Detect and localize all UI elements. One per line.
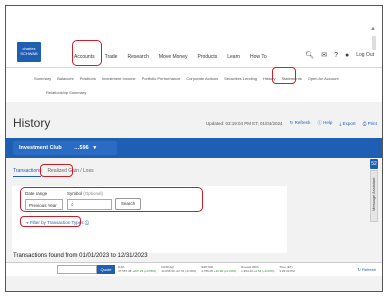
export-button[interactable]: ⤓ Export xyxy=(339,121,355,126)
logout-link[interactable]: Log Out xyxy=(356,52,374,58)
account-selector[interactable]: Investment Club …596 ▾ xyxy=(13,141,117,155)
quote-input[interactable] xyxy=(57,265,97,274)
market-tickers: DJIA 37,557.48 +207.29 (+0.56%) NASDAQ 1… xyxy=(118,265,295,273)
ticker-item: NASDAQ 14,658.49 -22.79 (-0.16%) xyxy=(161,265,196,273)
nav-research[interactable]: Research xyxy=(127,54,148,60)
subnav-portfolio-performance[interactable]: Portfolio Performance xyxy=(142,76,181,81)
account-bar: Investment Club …596 ▾ xyxy=(6,138,382,158)
quote-bar: Quote DJIA 37,557.48 +207.29 (+0.56%) NA… xyxy=(6,262,382,276)
filter-panel: Date range Symbol (Optional) Previous Ye… xyxy=(12,186,287,253)
ticker-value: 1,994.43 xyxy=(241,269,253,273)
ticker-change: -22.79 (-0.16%) xyxy=(175,269,197,273)
subnav-open-account[interactable]: Open An Account xyxy=(308,76,339,81)
filters-highlight-box xyxy=(20,187,203,212)
history-actions: Updated: 03:19:04 PM ET, 01/04/2024 ↻ Re… xyxy=(206,120,377,126)
subnav-balances[interactable]: Balances xyxy=(57,76,73,81)
main-nav: Accounts Trade Research Move Money Produ… xyxy=(74,54,267,60)
inbox-icon[interactable]: ✉ xyxy=(321,51,327,59)
quote-refresh-label: Refresh xyxy=(361,267,376,272)
schwab-logo[interactable]: charles SCHWAB xyxy=(17,42,41,62)
ticker-item: Russell 2000 1,994.43 +0.52 (+0.03%) xyxy=(241,265,274,273)
updated-timestamp: Updated: 03:19:04 PM ET, 01/04/2024 xyxy=(206,120,283,126)
quote-button[interactable]: Quote xyxy=(97,265,115,274)
subnav-corporate-actions[interactable]: Corporate Actions xyxy=(186,76,218,81)
subnav-summary[interactable]: Summary xyxy=(34,76,51,81)
top-utility-icons: 🔍︎ ✉ ? ● Log Out xyxy=(305,51,374,60)
search-icon[interactable]: 🔍︎ xyxy=(305,51,314,59)
subnav-relationship-summary[interactable]: Relationship Summary xyxy=(46,90,86,95)
tab-transactions[interactable]: Transactions xyxy=(13,168,42,177)
refresh-label: Refresh xyxy=(294,120,311,125)
info-icon: ⓘ xyxy=(84,220,89,225)
ticker-change: +0.52 (+0.03%) xyxy=(253,269,275,273)
scrollbar-thumb[interactable] xyxy=(372,36,376,50)
ticker-item: S&P 500 4,756.05 +10.99 (+0.23%) xyxy=(201,265,236,273)
nav-learn[interactable]: Learn xyxy=(227,54,240,60)
nav-how-to[interactable]: How To xyxy=(250,54,267,60)
refresh-icon: ↻ xyxy=(289,120,294,125)
scroll-up-arrow[interactable]: ▲ xyxy=(370,26,376,32)
ticker-change: +207.29 (+0.56%) xyxy=(132,269,157,273)
nav-move-money[interactable]: Move Money xyxy=(159,54,188,60)
ticker-value: 37,557.48 xyxy=(118,269,132,273)
subnav-investment-income[interactable]: Investment Income xyxy=(102,76,136,81)
transactions-highlight-box xyxy=(40,164,73,177)
quote-refresh-button[interactable]: ↻ Refresh xyxy=(358,267,376,272)
ticker-value: 14,658.49 xyxy=(161,269,175,273)
nav-products[interactable]: Products xyxy=(198,54,218,60)
ticker-value: 4,756.05 xyxy=(201,269,213,273)
print-label: Print xyxy=(367,120,377,126)
help-label: Help xyxy=(323,120,333,125)
account-name: Investment Club xyxy=(19,145,62,151)
nav-trade[interactable]: Trade xyxy=(105,54,118,60)
help-icon[interactable]: ? xyxy=(334,52,338,59)
message-badge[interactable]: 52 xyxy=(370,159,378,169)
account-number: …596 xyxy=(74,145,89,151)
ticker-change: +10.99 (+0.23%) xyxy=(213,269,237,273)
profile-icon[interactable]: ● xyxy=(345,52,349,59)
page-title: History xyxy=(13,116,51,130)
refresh-button[interactable]: ↻ Refresh xyxy=(290,120,311,126)
page-body: History Updated: 03:19:04 PM ET, 01/04/2… xyxy=(6,102,382,291)
history-highlight-box xyxy=(272,67,296,84)
export-icon: ⤓ xyxy=(339,120,342,126)
ticker-item: Time (ET) 3:29:03 PM xyxy=(279,265,294,273)
export-label: Export xyxy=(342,120,356,126)
help-circle-icon: ⓘ xyxy=(317,120,322,125)
logo-line2: SCHWAB xyxy=(20,51,38,56)
print-button[interactable]: ⎙ Print xyxy=(363,121,377,126)
accounts-highlight-box xyxy=(72,40,102,66)
message-assistant-tab[interactable]: Message Assistant xyxy=(370,170,378,222)
help-button[interactable]: ⓘ Help xyxy=(317,120,332,126)
chevron-down-icon: ▾ xyxy=(93,145,97,151)
subnav-positions[interactable]: Positions xyxy=(80,76,96,81)
subnav-securities-lending[interactable]: Securities Lending xyxy=(224,76,257,81)
ticker-item: DJIA 37,557.48 +207.29 (+0.56%) xyxy=(118,265,156,273)
ticker-value: 3:29:03 PM xyxy=(279,269,295,273)
transactions-found-heading: Transactions found from 01/01/2023 to 12… xyxy=(13,253,148,259)
top-navigation: charles SCHWAB Accounts Trade Research M… xyxy=(6,6,382,68)
print-icon: ⎙ xyxy=(362,120,367,126)
browser-frame: charles SCHWAB Accounts Trade Research M… xyxy=(5,5,383,292)
filter-type-highlight-box xyxy=(20,216,81,227)
